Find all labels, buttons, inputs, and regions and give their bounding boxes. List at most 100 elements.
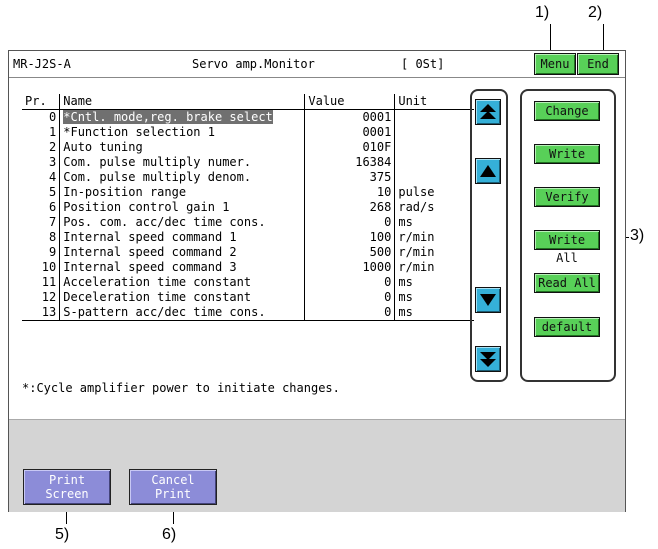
- table-row[interactable]: 11 Acceleration time constant 0 ms: [22, 275, 474, 290]
- print-screen-line2: Screen: [45, 487, 89, 501]
- change-button[interactable]: Change: [534, 101, 600, 121]
- print-screen-button[interactable]: Print Screen: [23, 469, 111, 505]
- callout-5: 5): [55, 526, 70, 543]
- row-unit: r/min: [398, 245, 435, 259]
- end-button[interactable]: End: [577, 53, 619, 75]
- row-name: *Function selection 1: [59, 125, 306, 140]
- scroll-to-top-button[interactable]: [475, 99, 501, 125]
- verify-button[interactable]: Verify: [534, 187, 600, 207]
- row-pr: 3: [22, 155, 61, 170]
- scroll-to-bottom-icon: [480, 352, 496, 367]
- header-unit: Unit: [394, 94, 474, 110]
- callout-6: 6): [162, 526, 177, 543]
- cancel-print-button[interactable]: Cancel Print: [129, 469, 217, 505]
- table-row[interactable]: 3 Com. pulse multiply numer. 16384: [22, 155, 474, 170]
- print-screen-line1: Print: [48, 473, 86, 487]
- row-name: Position control gain 1: [59, 200, 306, 215]
- row-pr: 1: [22, 125, 61, 140]
- row-unit: r/min: [398, 230, 435, 244]
- bottom-panel: Print Screen Cancel Print: [9, 419, 625, 512]
- table-row-selected[interactable]: 0 *Cntl. mode,reg. brake select 0001: [22, 109, 474, 125]
- row-value: 010F: [304, 140, 396, 155]
- row-unit: rad/s: [398, 200, 435, 214]
- row-unit: r/min: [398, 260, 435, 274]
- table-note: *:Cycle amplifier power to initiate chan…: [22, 381, 340, 395]
- row-pr: 8: [22, 230, 61, 245]
- row-value: 0001: [304, 125, 396, 140]
- scroll-up-icon: [480, 165, 496, 177]
- row-value: 0001: [304, 109, 396, 125]
- table-row[interactable]: 8 Internal speed command 1 100 r/min: [22, 230, 474, 245]
- row-unit: [395, 155, 474, 170]
- row-value: 500: [304, 245, 396, 260]
- scroll-down-icon: [480, 294, 496, 306]
- callout-2-leader: [603, 24, 604, 52]
- scroll-down-button[interactable]: [475, 287, 501, 313]
- row-value: 375: [304, 170, 396, 185]
- callout-3: 3): [630, 227, 645, 244]
- row-value: 100: [304, 230, 396, 245]
- title-bar: MR-J2S-A Servo amp.Monitor [ 0St] Menu E…: [9, 51, 625, 78]
- table-row[interactable]: 2 Auto tuning 010F: [22, 140, 474, 155]
- row-pr: 2: [22, 140, 61, 155]
- row-name: In-position range: [59, 185, 306, 200]
- row-pr: 10: [22, 260, 61, 275]
- row-value: 0: [304, 275, 396, 290]
- row-name: *Cntl. mode,reg. brake select: [63, 110, 273, 124]
- row-unit: ms: [394, 305, 474, 321]
- scroll-up-button[interactable]: [475, 158, 501, 184]
- row-name: Pos. com. acc/dec time cons.: [59, 215, 306, 230]
- row-value: 16384: [304, 155, 396, 170]
- default-button[interactable]: default: [534, 317, 600, 337]
- row-name: Internal speed command 2: [59, 245, 306, 260]
- callout-2: 2): [588, 4, 603, 21]
- row-name: Acceleration time constant: [59, 275, 306, 290]
- row-pr: 12: [22, 290, 61, 305]
- row-unit: pulse: [398, 185, 435, 199]
- write-all-button[interactable]: Write All: [534, 230, 600, 265]
- row-pr: 4: [22, 170, 61, 185]
- table-row[interactable]: 10 Internal speed command 3 1000 r/min: [22, 260, 474, 275]
- station-label: [ 0St]: [401, 57, 445, 71]
- row-value: 1000: [304, 260, 396, 275]
- row-unit: ms: [398, 275, 413, 289]
- row-pr: 7: [22, 215, 61, 230]
- hmi-screen: MR-J2S-A Servo amp.Monitor [ 0St] Menu E…: [8, 50, 626, 512]
- row-name: Internal speed command 3: [59, 260, 306, 275]
- row-name: Deceleration time constant: [59, 290, 306, 305]
- table-row[interactable]: 13 S-pattern acc/dec time cons. 0 ms: [22, 305, 474, 321]
- header-name: Name: [59, 94, 306, 110]
- scroll-to-top-icon: [480, 104, 496, 119]
- read-all-button[interactable]: Read All: [534, 273, 600, 293]
- table-row[interactable]: 6 Position control gain 1 268 rad/s: [22, 200, 474, 215]
- row-pr: 9: [22, 245, 61, 260]
- row-name: Internal speed command 1: [59, 230, 306, 245]
- row-pr: 0: [22, 109, 61, 125]
- row-pr: 6: [22, 200, 61, 215]
- table-row[interactable]: 5 In-position range 10 pulse: [22, 185, 474, 200]
- row-unit: [395, 140, 474, 155]
- table-row[interactable]: 4 Com. pulse multiply denom. 375: [22, 170, 474, 185]
- row-unit: [395, 170, 474, 185]
- row-pr: 13: [22, 305, 61, 321]
- header-pr: Pr.: [22, 94, 61, 110]
- row-value: 0: [304, 215, 396, 230]
- write-button[interactable]: Write: [534, 144, 600, 164]
- row-pr: 5: [22, 185, 61, 200]
- cancel-print-line2: Print: [154, 487, 192, 501]
- cancel-print-line1: Cancel: [151, 473, 195, 487]
- menu-button[interactable]: Menu: [534, 53, 576, 75]
- scroll-to-bottom-button[interactable]: [475, 346, 501, 372]
- table-row[interactable]: 1 *Function selection 1 0001: [22, 125, 474, 140]
- row-value: 0: [304, 290, 396, 305]
- parameter-table: Pr. Name Value Unit 0 *Cntl. mode,reg. br…: [22, 94, 474, 321]
- callout-1: 1): [535, 4, 550, 21]
- row-unit: ms: [398, 215, 413, 229]
- table-row[interactable]: 12 Deceleration time constant 0 ms: [22, 290, 474, 305]
- table-header-row: Pr. Name Value Unit: [22, 94, 474, 110]
- row-name: Com. pulse multiply denom.: [59, 170, 306, 185]
- row-value: 268: [304, 200, 396, 215]
- table-row[interactable]: 7 Pos. com. acc/dec time cons. 0 ms: [22, 215, 474, 230]
- table-row[interactable]: 9 Internal speed command 2 500 r/min: [22, 245, 474, 260]
- row-value: 10: [304, 185, 396, 200]
